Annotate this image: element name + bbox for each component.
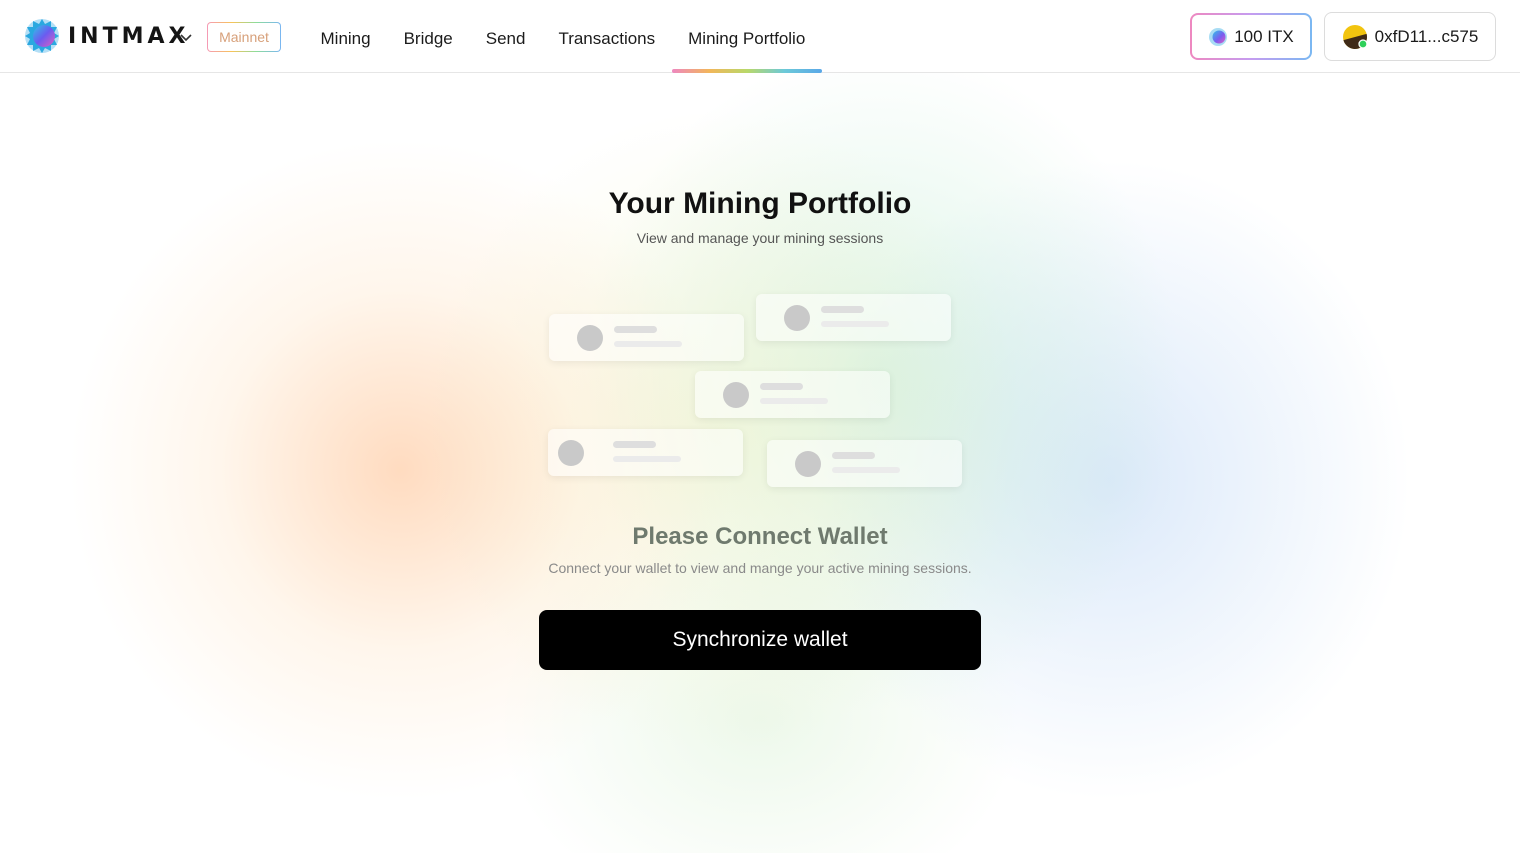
top-header: INTMAX Mainnet Mining Bridge Send Transa… [0, 0, 1520, 73]
connect-wallet-title: Please Connect Wallet [632, 523, 888, 550]
wallet-address: 0xfD11...c575 [1374, 26, 1479, 46]
placeholder-line [821, 321, 889, 327]
placeholder-card [756, 294, 951, 341]
nav-mining-portfolio[interactable]: Mining Portfolio [671, 0, 822, 73]
placeholder-line [760, 398, 828, 404]
placeholder-line [821, 306, 864, 313]
placeholder-card [767, 440, 962, 487]
placeholder-line [614, 341, 682, 347]
itx-token-icon [1209, 27, 1228, 46]
brand-name: INTMAX [68, 23, 190, 49]
placeholder-line [832, 467, 900, 473]
nav-send[interactable]: Send [469, 0, 542, 72]
chevron-down-icon[interactable] [178, 29, 194, 45]
wallet-button[interactable]: 0xfD11...c575 [1324, 12, 1496, 61]
placeholder-line [832, 452, 875, 459]
placeholder-line [613, 456, 681, 462]
placeholder-avatar [723, 382, 749, 408]
nav-mining[interactable]: Mining [304, 0, 387, 72]
main-content: Your Mining Portfolio View and manage yo… [0, 73, 1520, 853]
nav-transactions[interactable]: Transactions [542, 0, 672, 72]
connect-wallet-subtitle: Connect your wallet to view and mange yo… [548, 560, 972, 576]
wallet-avatar-icon [1342, 24, 1368, 49]
placeholder-card [549, 314, 744, 361]
synchronize-wallet-button[interactable]: Synchronize wallet [539, 610, 981, 670]
network-badge: Mainnet [207, 22, 281, 52]
page-title: Your Mining Portfolio [608, 187, 912, 220]
placeholder-avatar [577, 325, 603, 351]
placeholder-line [613, 441, 656, 448]
placeholder-line [760, 383, 803, 390]
intmax-logo-icon [25, 19, 59, 53]
placeholder-card [695, 371, 890, 418]
itx-balance-button[interactable]: 100 ITX [1190, 13, 1312, 60]
nav-bridge[interactable]: Bridge [387, 0, 469, 72]
placeholder-avatar [558, 440, 584, 466]
main-nav: Mining Bridge Send Transactions Mining P… [304, 0, 822, 73]
placeholder-line [614, 326, 657, 333]
placeholder-avatar [784, 305, 810, 331]
placeholder-avatar [795, 451, 821, 477]
itx-balance-label: 100 ITX [1234, 26, 1294, 46]
placeholder-card [548, 429, 743, 476]
brand-logo[interactable]: INTMAX [24, 18, 190, 54]
page-subtitle: View and manage your mining sessions [636, 230, 884, 246]
